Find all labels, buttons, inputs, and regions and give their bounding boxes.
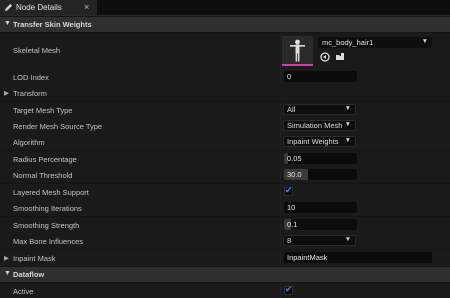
field-value: 0 xyxy=(287,72,292,81)
column-divider xyxy=(280,217,281,233)
section-title: Transfer Skin Weights xyxy=(13,20,92,29)
checkmark-icon: ✔ xyxy=(285,185,293,195)
column-divider xyxy=(280,250,281,266)
column-divider xyxy=(280,167,281,183)
section-transfer-skin-weights[interactable]: ▼ Transfer Skin Weights xyxy=(0,17,450,32)
chevron-down-icon: ▼ xyxy=(4,270,11,277)
field-value: 0.1 xyxy=(287,220,298,229)
browse-folder-icon[interactable] xyxy=(335,52,345,62)
skeletal-mesh-asset-picker[interactable]: mc_body_hair1 ▼ xyxy=(318,37,432,48)
chevron-down-icon: ▼ xyxy=(344,105,351,112)
column-divider xyxy=(280,184,281,200)
property-label: Inpaint Mask xyxy=(13,254,56,263)
radius-percentage-slider[interactable]: 0.05 xyxy=(284,153,357,164)
render-mesh-source-type-dropdown[interactable]: Simulation Mesh ▼ xyxy=(283,120,356,131)
property-label: Smoothing Iterations xyxy=(13,204,82,213)
row-render-mesh-source-type: Render Mesh Source Type Simulation Mesh … xyxy=(0,118,450,134)
chevron-down-icon: ▼ xyxy=(344,137,351,144)
smoothing-iterations-input[interactable]: 10 xyxy=(284,202,357,213)
property-label: Smoothing Strength xyxy=(13,221,80,230)
field-value: 0.05 xyxy=(287,154,302,163)
row-layered-mesh-support: Layered Mesh Support ✔ xyxy=(0,184,450,200)
row-algorithm: Algorithm Inpaint Weights ▼ xyxy=(0,134,450,150)
row-active: Active ✔ xyxy=(0,283,450,298)
asset-type-underline xyxy=(282,64,313,66)
field-value: 10 xyxy=(287,203,296,212)
normal-threshold-slider[interactable]: 30.0 xyxy=(284,169,357,180)
use-selected-icon[interactable] xyxy=(320,52,330,62)
chevron-right-icon[interactable]: ▶ xyxy=(4,254,9,262)
skeletal-mesh-thumbnail[interactable] xyxy=(282,36,313,66)
chevron-down-icon: ▼ xyxy=(344,236,351,243)
column-divider xyxy=(280,118,281,134)
dropdown-value: Inpaint Weights xyxy=(287,137,339,146)
row-inpaint-mask[interactable]: ▶ Inpaint Mask InpaintMask xyxy=(0,250,450,266)
field-value: InpaintMask xyxy=(287,253,328,262)
inpaint-mask-input[interactable]: InpaintMask xyxy=(284,252,432,263)
dropdown-value: 8 xyxy=(287,236,292,245)
column-divider xyxy=(280,283,281,298)
column-divider xyxy=(280,200,281,216)
figure-icon xyxy=(290,39,305,62)
row-radius-percentage: Radius Percentage 0.05 xyxy=(0,151,450,167)
layered-mesh-support-checkbox[interactable]: ✔ xyxy=(284,185,293,196)
column-divider xyxy=(280,233,281,249)
section-dataflow[interactable]: ▼ Dataflow xyxy=(0,267,450,282)
checkmark-icon: ✔ xyxy=(285,284,293,294)
row-transform[interactable]: ▶ Transform xyxy=(0,85,450,101)
active-checkbox[interactable]: ✔ xyxy=(284,284,293,295)
tab-bar: Node Details × xyxy=(0,0,450,15)
property-label: Algorithm xyxy=(13,138,45,147)
chevron-down-icon: ▼ xyxy=(4,20,11,27)
row-max-bone-influences: Max Bone Influences 8 ▼ xyxy=(0,233,450,249)
property-label: Target Mesh Type xyxy=(13,106,73,115)
row-normal-threshold: Normal Threshold 30.0 xyxy=(0,167,450,183)
column-divider xyxy=(280,33,281,69)
column-divider xyxy=(280,134,281,150)
close-icon[interactable]: × xyxy=(84,2,89,12)
column-divider xyxy=(280,151,281,167)
dropdown-value: All xyxy=(287,105,296,114)
target-mesh-type-dropdown[interactable]: All ▼ xyxy=(283,104,356,115)
dropdown-value: Simulation Mesh xyxy=(287,121,343,130)
property-label: LOD Index xyxy=(13,73,49,82)
property-label: Layered Mesh Support xyxy=(13,188,89,197)
max-bone-influences-dropdown[interactable]: 8 ▼ xyxy=(283,235,356,246)
asset-name: mc_body_hair1 xyxy=(322,38,374,47)
smoothing-strength-slider[interactable]: 0.1 xyxy=(284,219,357,230)
property-label: Normal Threshold xyxy=(13,171,73,180)
row-smoothing-iterations: Smoothing Iterations 10 xyxy=(0,200,450,216)
chevron-down-icon: ▼ xyxy=(344,121,351,128)
row-target-mesh-type: Target Mesh Type All ▼ xyxy=(0,102,450,118)
chevron-down-icon: ▼ xyxy=(421,38,428,45)
pencil-icon xyxy=(4,3,13,12)
lod-index-input[interactable]: 0 xyxy=(284,71,357,82)
property-label: Active xyxy=(13,287,34,296)
row-smoothing-strength: Smoothing Strength 0.1 xyxy=(0,217,450,233)
property-label: Skeletal Mesh xyxy=(13,46,61,55)
property-label: Radius Percentage xyxy=(13,155,77,164)
property-label: Max Bone Influences xyxy=(13,237,84,246)
row-lod-index: LOD Index 0 xyxy=(0,69,450,85)
section-title: Dataflow xyxy=(13,270,45,279)
chevron-right-icon[interactable]: ▶ xyxy=(4,89,9,97)
property-label: Render Mesh Source Type xyxy=(13,122,103,131)
field-value: 30.0 xyxy=(287,170,302,179)
column-divider xyxy=(280,69,281,85)
column-divider xyxy=(280,102,281,118)
tab-node-details[interactable]: Node Details × xyxy=(0,0,97,15)
algorithm-dropdown[interactable]: Inpaint Weights ▼ xyxy=(283,136,356,147)
tab-divider xyxy=(0,15,450,16)
property-label: Transform xyxy=(13,89,47,98)
tab-title: Node Details xyxy=(16,3,62,12)
